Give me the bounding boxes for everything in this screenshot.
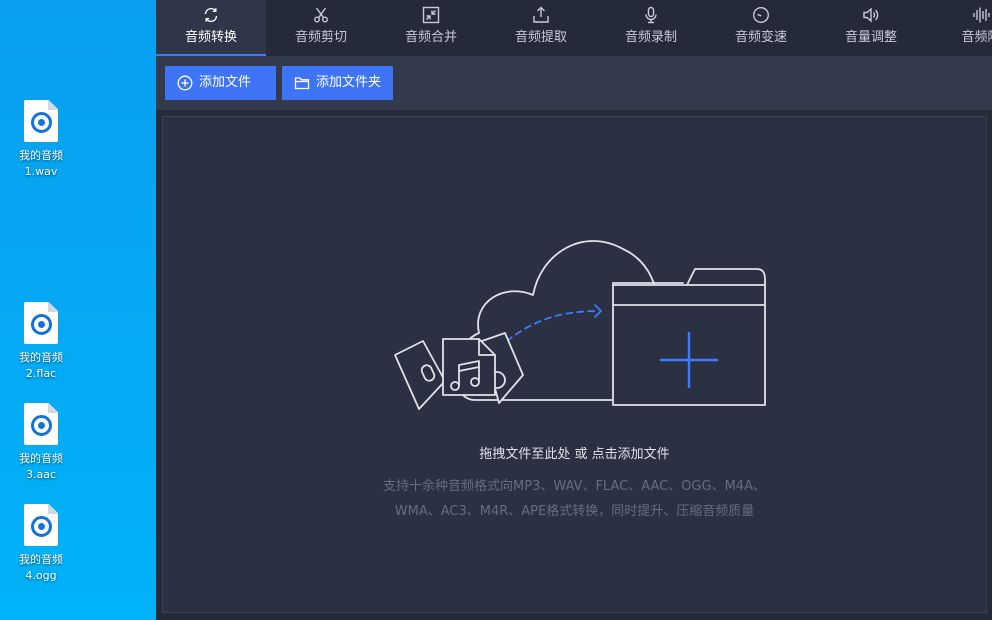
- waveform-icon: [973, 7, 990, 23]
- tab-label: 音量调整: [844, 30, 897, 45]
- tab-bar: 音频转换 音频剪切 音频合并 音频提取 音频录制 音频变速 音量调整 音频: [156, 0, 992, 56]
- tab-label: 音频录制: [624, 30, 677, 45]
- tab-audio-denoise[interactable]: 音频降: [926, 0, 992, 56]
- tab-label: 音频变速: [734, 30, 787, 45]
- tab-audio-speed[interactable]: 音频变速: [706, 0, 816, 56]
- speed-icon: [752, 6, 770, 24]
- toolbar: 添加文件 添加文件夹: [156, 56, 992, 110]
- microphone-icon: [645, 6, 657, 24]
- tab-label: 音频剪切: [294, 30, 347, 45]
- tab-audio-extract[interactable]: 音频提取: [486, 0, 596, 56]
- convert-icon: [204, 7, 218, 23]
- desktop: 我的音频 1.wav 我的音频 2.flac 我的音频 3.aac 我的音频 4…: [0, 0, 156, 620]
- tab-label: 音频转换: [184, 30, 237, 45]
- desktop-file-3-aac[interactable]: 我的音频 3.aac: [6, 403, 76, 483]
- tab-audio-convert[interactable]: 音频转换: [156, 0, 266, 56]
- scissors-icon: [314, 7, 328, 23]
- tab-label: 音频提取: [514, 30, 567, 45]
- desktop-file-label: 我的音频 1.wav: [19, 149, 63, 178]
- merge-icon: [422, 6, 440, 24]
- add-folder-button[interactable]: 添加文件夹: [282, 66, 393, 100]
- extract-icon: [533, 6, 549, 23]
- tab-audio-record[interactable]: 音频录制: [596, 0, 706, 56]
- desktop-file-label: 我的音频 2.flac: [19, 351, 63, 380]
- tab-audio-cut[interactable]: 音频剪切: [266, 0, 376, 56]
- audio-file-icon: [24, 403, 58, 445]
- microphone-file-icon: [394, 340, 446, 410]
- supported-formats-line-1: 支持十余种音频格式向MP3、WAV、FLAC、AAC、OGG、M4A、: [383, 479, 766, 494]
- add-file-button[interactable]: 添加文件: [165, 66, 276, 100]
- desktop-file-label: 我的音频 3.aac: [19, 452, 63, 481]
- desktop-file-2-flac[interactable]: 我的音频 2.flac: [6, 302, 76, 382]
- audio-file-icon: [24, 100, 58, 142]
- cloud-upload-illustration: [394, 240, 766, 410]
- add-folder-label: 添加文件夹: [316, 75, 382, 90]
- folder-plus-illustration: [612, 268, 766, 406]
- volume-icon: [863, 7, 879, 23]
- tab-volume-adjust[interactable]: 音量调整: [816, 0, 926, 56]
- plus-circle-icon: [177, 75, 193, 91]
- folder-icon: [294, 77, 310, 90]
- file-drop-zone[interactable]: 拖拽文件至此处 或 点击添加文件 支持十余种音频格式向MP3、WAV、FLAC、…: [162, 116, 987, 613]
- dashed-arrow: [506, 310, 600, 342]
- desktop-file-1-wav[interactable]: 我的音频 1.wav: [6, 100, 76, 180]
- audio-file-icon: [24, 302, 58, 344]
- arrow-head: [594, 304, 602, 318]
- desktop-file-label: 我的音频 4.ogg: [19, 553, 63, 582]
- tab-label: 音频降: [961, 30, 992, 45]
- drop-hint[interactable]: 拖拽文件至此处 或 点击添加文件: [163, 443, 986, 462]
- tab-label: 音频合并: [404, 30, 457, 45]
- tab-audio-merge[interactable]: 音频合并: [376, 0, 486, 56]
- supported-formats-line-2: WMA、AC3、M4R、APE格式转换，同时提升、压缩音频质量: [394, 504, 755, 519]
- add-file-label: 添加文件: [199, 75, 252, 90]
- desktop-file-4-ogg[interactable]: 我的音频 4.ogg: [6, 504, 76, 584]
- audio-file-icon: [24, 504, 58, 546]
- music-file-icon: [442, 338, 496, 396]
- audio-converter-app: 音频转换 音频剪切 音频合并 音频提取 音频录制 音频变速 音量调整 音频 添加…: [156, 0, 992, 620]
